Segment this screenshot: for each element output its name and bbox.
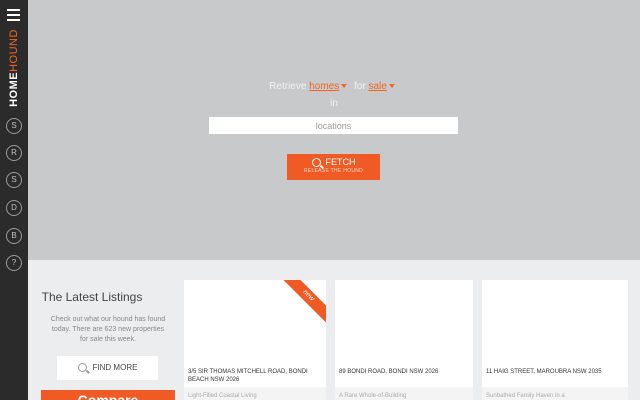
sidebar-button-r[interactable]: R [6, 145, 22, 161]
listing-teaser: Light-Filled Coastal Living [188, 393, 257, 399]
sidebar-button-s[interactable]: S [6, 118, 22, 134]
for-label: for [354, 81, 366, 92]
listing-footer: Sunbathed Family Haven in a [482, 387, 628, 400]
find-more-button[interactable]: FIND MORE [57, 356, 158, 380]
listing-teaser: Sunbathed Family Haven in a [486, 393, 565, 399]
sidebar: HOMEHOUND S R S D B ? [0, 0, 28, 400]
search-hero: Retrieve homes for sale in FETCH RELEASE… [28, 0, 640, 260]
compare-label: Compare [77, 392, 139, 400]
find-more-label: FIND MORE [92, 363, 138, 372]
listing-footer: A Rare Whole-of-Building [335, 387, 473, 400]
latest-listings-description: Check out what our hound has found today… [50, 316, 166, 343]
listing-footer: Light-Filled Coastal Living [184, 387, 326, 400]
logo-hound-text: HOUND [8, 29, 20, 72]
fetch-button[interactable]: FETCH RELEASE THE HOUND [287, 154, 380, 180]
in-label: in [330, 98, 338, 109]
sidebar-button-d[interactable]: D [6, 200, 22, 216]
chevron-down-icon [341, 84, 348, 89]
sidebar-button-s-2[interactable]: S [6, 172, 22, 188]
chevron-down-icon [388, 84, 395, 89]
fetch-label: FETCH [325, 157, 356, 167]
retrieve-label: Retrieve [269, 81, 307, 92]
fetch-sublabel: RELEASE THE HOUND [303, 168, 364, 175]
listing-address: 3/5 SIR THOMAS MITCHELL ROAD, BONDI BEAC… [188, 369, 308, 383]
property-type-dropdown[interactable]: homes [309, 81, 339, 92]
listing-teaser: A Rare Whole-of-Building [339, 393, 407, 399]
new-badge: new [278, 280, 326, 326]
logo-home-text: HOME [8, 71, 20, 107]
listing-card[interactable]: 89 BONDI ROAD, BONDI NSW 2026 A Rare Who… [335, 280, 473, 400]
latest-listings-title: The Latest Listings [41, 290, 143, 304]
compare-button[interactable]: Compare [41, 390, 175, 400]
listing-card[interactable]: 11 HAIG STREET, MAROUBRA NSW 2035 Sunbat… [482, 280, 628, 400]
sidebar-button-b[interactable]: B [6, 228, 22, 244]
listing-address: 89 BONDI ROAD, BONDI NSW 2026 [339, 369, 439, 375]
listing-card[interactable]: new 3/5 SIR THOMAS MITCHELL ROAD, BONDI … [184, 280, 326, 400]
search-icon [77, 363, 87, 373]
location-input[interactable] [209, 117, 458, 134]
menu-icon[interactable] [7, 9, 20, 21]
help-icon[interactable]: ? [6, 255, 22, 271]
logo[interactable]: HOMEHOUND [8, 29, 20, 107]
search-sentence: Retrieve homes for sale [28, 81, 640, 92]
search-icon [311, 158, 321, 168]
listing-address: 11 HAIG STREET, MAROUBRA NSW 2035 [486, 369, 602, 375]
listing-type-dropdown[interactable]: sale [368, 81, 386, 92]
